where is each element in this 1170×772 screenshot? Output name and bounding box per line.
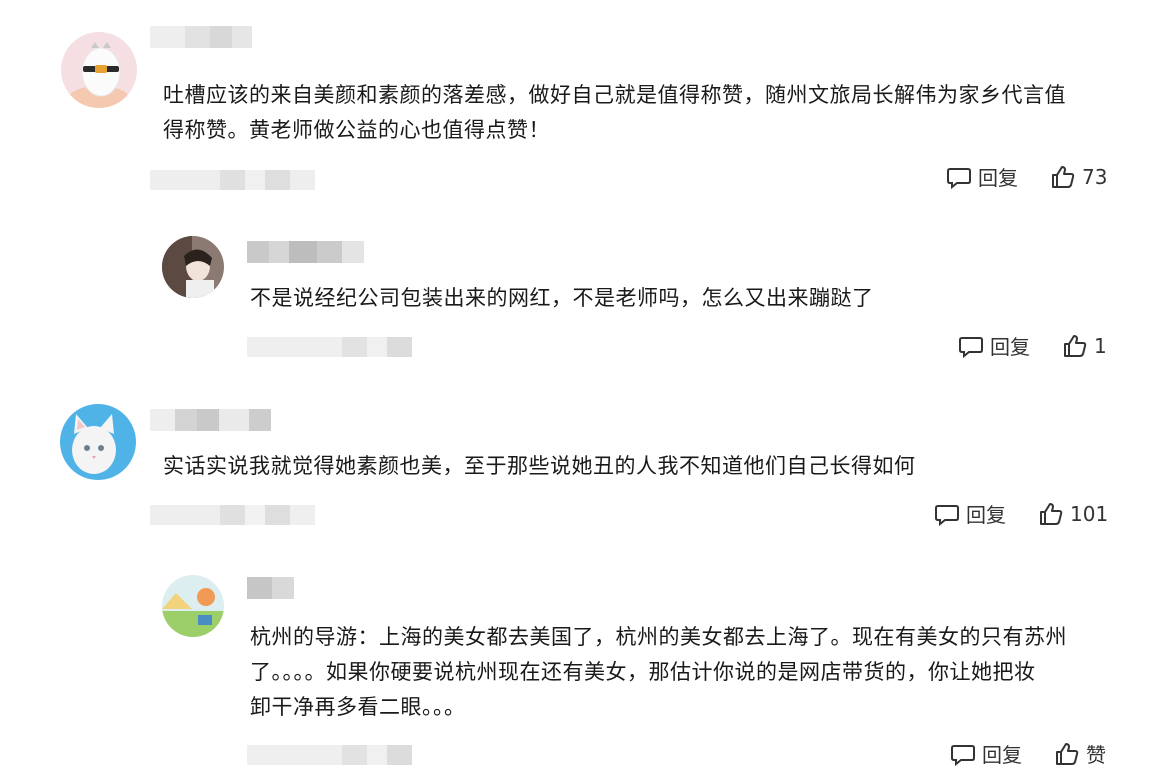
username-blurred — [247, 241, 364, 263]
comment-text-line: 实话实说我就觉得她素颜也美，至于那些说她丑的人我不知道他们自己长得如何 — [163, 454, 916, 478]
reply-button[interactable]: 回复 — [950, 739, 1022, 768]
comment-bubble-icon — [959, 336, 983, 358]
like-count: 73 — [1082, 164, 1108, 189]
comment-text: 吐槽应该的来自美颜和素颜的落差感，做好自己就是值得称赞，随州文旅局长解伟为家乡代… — [163, 78, 1123, 148]
like-count: 1 — [1094, 333, 1107, 358]
comment-meta-blurred — [247, 337, 412, 357]
comment-text: 不是说经纪公司包装出来的网红，不是老师吗，怎么又出来蹦跶了 — [250, 281, 1110, 316]
comment-actions: 回复 101 — [934, 499, 1108, 528]
comment-text: 杭州的导游：上海的美女都去美国了，杭州的美女都去上海了。现在有美女的只有苏州 了… — [250, 620, 1130, 725]
avatar[interactable] — [60, 404, 136, 480]
like-label: 赞 — [1086, 743, 1106, 767]
reply-button[interactable]: 回复 — [934, 499, 1006, 528]
reply-button[interactable]: 回复 — [958, 331, 1030, 360]
comment-meta-blurred — [150, 505, 315, 525]
white-cat-avatar-icon — [60, 404, 136, 480]
thumbs-up-icon — [1056, 742, 1079, 765]
comment-text-line: 杭州的导游：上海的美女都去美国了，杭州的美女都去上海了。现在有美女的只有苏州 — [250, 625, 1067, 649]
comment-bubble-icon — [947, 167, 971, 189]
like-button[interactable]: 赞 — [1054, 739, 1106, 768]
thumbs-up-icon — [1040, 502, 1063, 525]
username-blurred — [150, 409, 271, 431]
comment-text-line: 了。。。。如果你硬要说杭州现在还有美女，那估计你说的是网店带货的，你让她把妆 — [250, 660, 1036, 684]
like-count: 101 — [1070, 501, 1109, 526]
like-button[interactable]: 101 — [1038, 501, 1108, 527]
comment-text-line: 不是说经纪公司包装出来的网红，不是老师吗，怎么又出来蹦跶了 — [250, 286, 874, 310]
username-blurred — [150, 26, 252, 48]
reply-label: 回复 — [982, 743, 1022, 767]
comment-text-line: 吐槽应该的来自美颜和素颜的落差感，做好自己就是值得称赞，随州文旅局长解伟为家乡代… — [163, 83, 1066, 107]
thumbs-up-icon — [1064, 334, 1087, 357]
comment-text-line: 得称赞。黄老师做公益的心也值得点赞！ — [163, 118, 550, 142]
reply-button[interactable]: 回复 — [946, 162, 1018, 191]
like-button[interactable]: 73 — [1050, 164, 1107, 190]
comment-meta-blurred — [150, 170, 315, 190]
reply-label: 回复 — [966, 503, 1006, 527]
like-button[interactable]: 1 — [1062, 333, 1107, 359]
avatar[interactable] — [162, 236, 224, 298]
reply-label: 回复 — [990, 335, 1030, 359]
comment-actions: 回复 赞 — [950, 739, 1106, 768]
comment-bubble-icon — [951, 744, 975, 766]
avatar[interactable] — [162, 575, 224, 637]
cartoon-egg-avatar-icon — [61, 32, 137, 108]
comment-bubble-icon — [935, 504, 959, 526]
thumbs-up-icon — [1052, 165, 1075, 188]
comment-actions: 回复 73 — [946, 162, 1107, 191]
comment-text-line: 卸干净再多看二眼。。。 — [250, 695, 466, 719]
person-avatar-icon — [162, 236, 224, 298]
username-blurred — [247, 577, 294, 599]
landscape-avatar-icon — [162, 575, 224, 637]
comment-text: 实话实说我就觉得她素颜也美，至于那些说她丑的人我不知道他们自己长得如何 — [163, 449, 1103, 484]
comment-actions: 回复 1 — [958, 331, 1107, 360]
avatar[interactable] — [61, 32, 137, 108]
comment-meta-blurred — [247, 745, 412, 765]
reply-label: 回复 — [978, 166, 1018, 190]
